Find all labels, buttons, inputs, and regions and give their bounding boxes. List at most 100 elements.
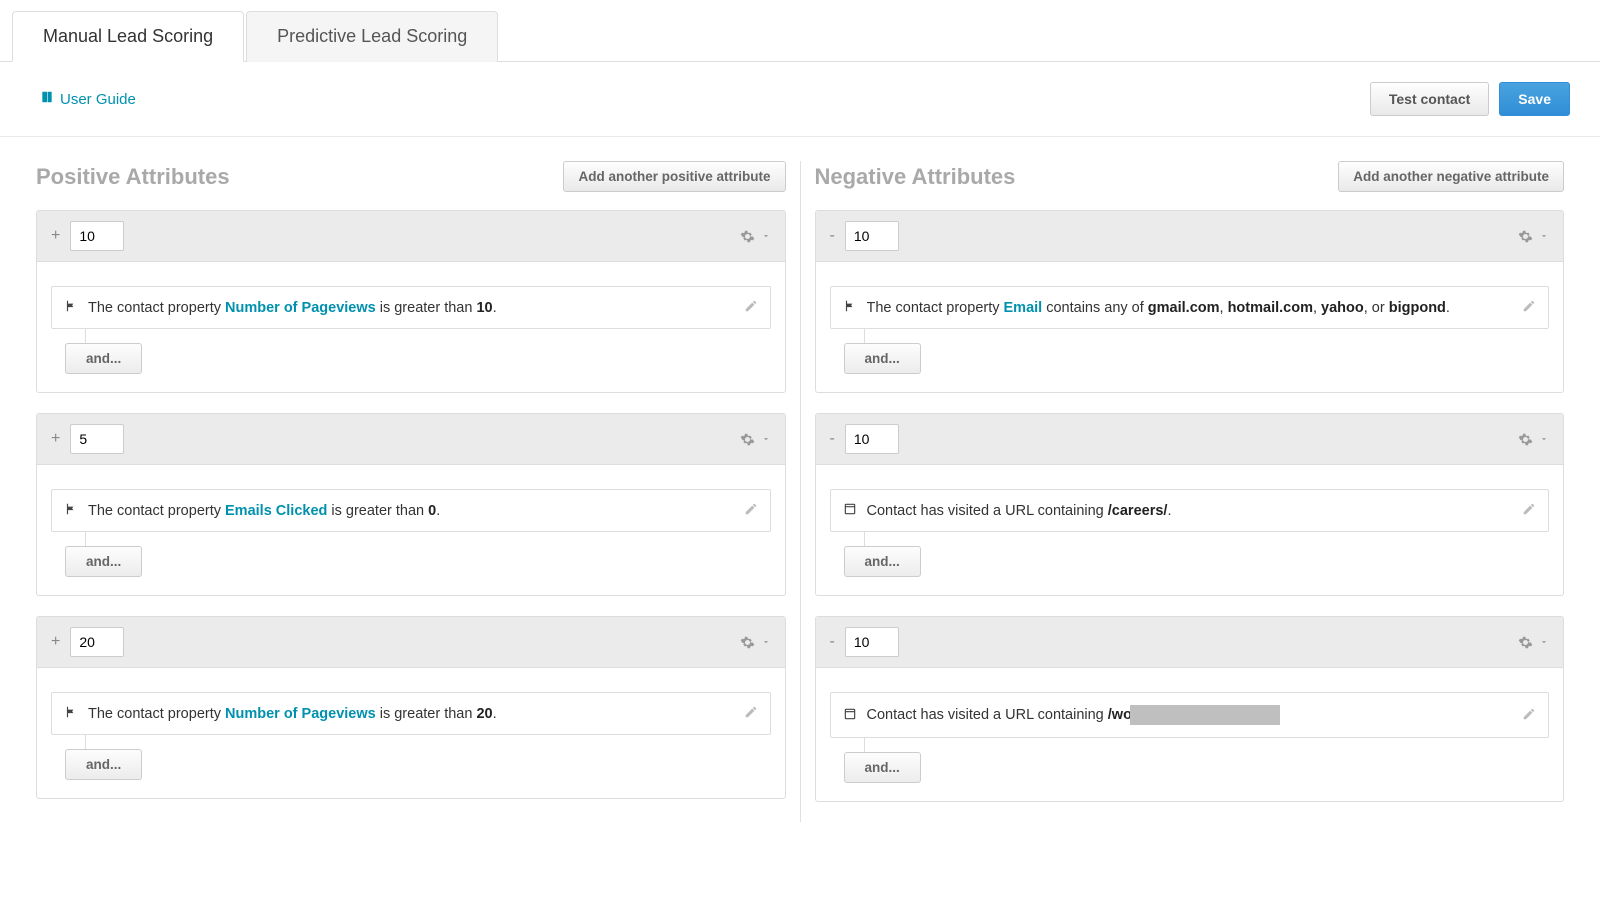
score-wrap: + bbox=[51, 424, 124, 454]
gear-icon[interactable] bbox=[740, 229, 755, 244]
card-actions bbox=[1518, 635, 1549, 650]
and-button[interactable]: and... bbox=[844, 752, 921, 783]
caret-down-icon[interactable] bbox=[761, 637, 771, 647]
score-input[interactable] bbox=[845, 627, 899, 657]
rule-value: /wo bbox=[1108, 707, 1132, 723]
pencil-icon[interactable] bbox=[1522, 502, 1536, 519]
score-input[interactable] bbox=[70, 221, 124, 251]
pencil-icon[interactable] bbox=[744, 502, 758, 519]
caret-down-icon[interactable] bbox=[1539, 231, 1549, 241]
rule-value: 20 bbox=[476, 706, 492, 722]
rule-prefix: The contact property bbox=[88, 503, 225, 519]
attr-header: + bbox=[37, 211, 785, 262]
positive-card: + The contact property Number of Pagevie… bbox=[36, 616, 786, 799]
rule-prefix: Contact has visited a URL containing bbox=[867, 503, 1108, 519]
attr-body: The contact property Email contains any … bbox=[816, 262, 1564, 392]
rule-row: The contact property Email contains any … bbox=[830, 286, 1550, 329]
flag-icon bbox=[64, 705, 78, 722]
rule-content: The contact property Number of Pageviews… bbox=[64, 299, 734, 316]
save-button[interactable]: Save bbox=[1499, 82, 1570, 116]
caret-down-icon[interactable] bbox=[1539, 434, 1549, 444]
and-button[interactable]: and... bbox=[65, 749, 142, 780]
attr-header: + bbox=[37, 414, 785, 465]
rule-suffix: . bbox=[436, 503, 440, 519]
rule-connector bbox=[864, 738, 865, 752]
rule-suffix: . bbox=[1446, 300, 1450, 316]
gear-icon[interactable] bbox=[740, 432, 755, 447]
and-button[interactable]: and... bbox=[65, 546, 142, 577]
score-wrap: - bbox=[830, 221, 899, 251]
caret-down-icon[interactable] bbox=[761, 231, 771, 241]
rule-text: The contact property Emails Clicked is g… bbox=[88, 503, 440, 519]
rule-value: /careers/ bbox=[1108, 503, 1168, 519]
rule-property-link[interactable]: Emails Clicked bbox=[225, 503, 327, 519]
score-input[interactable] bbox=[845, 424, 899, 454]
gear-icon[interactable] bbox=[1518, 635, 1533, 650]
rule-prefix: Contact has visited a URL containing bbox=[867, 707, 1108, 723]
rule-value: 0 bbox=[428, 503, 436, 519]
positive-column: Positive Attributes Add another positive… bbox=[22, 161, 800, 822]
gear-icon[interactable] bbox=[1518, 432, 1533, 447]
rule-value: gmail.com bbox=[1148, 300, 1220, 316]
negative-card: - Contact has visited a URL containing /… bbox=[815, 413, 1565, 596]
score-input[interactable] bbox=[70, 627, 124, 657]
and-button[interactable]: and... bbox=[65, 343, 142, 374]
rule-property-link[interactable]: Number of Pageviews bbox=[225, 300, 376, 316]
pencil-icon[interactable] bbox=[1522, 299, 1536, 316]
rule-value: 10 bbox=[476, 300, 492, 316]
and-button[interactable]: and... bbox=[844, 546, 921, 577]
pencil-icon[interactable] bbox=[1522, 707, 1536, 724]
rule-content: The contact property Email contains any … bbox=[843, 299, 1513, 316]
page-icon bbox=[843, 502, 857, 519]
caret-down-icon[interactable] bbox=[761, 434, 771, 444]
rule-row: Contact has visited a URL containing /wo bbox=[830, 692, 1550, 738]
card-actions bbox=[1518, 432, 1549, 447]
rule-connector bbox=[85, 735, 86, 749]
rule-mid: contains any of bbox=[1042, 300, 1148, 316]
gear-icon[interactable] bbox=[740, 635, 755, 650]
rule-property-link[interactable]: Email bbox=[1004, 300, 1043, 316]
toolbar-right: Test contact Save bbox=[1370, 82, 1570, 116]
rule-row: The contact property Emails Clicked is g… bbox=[51, 489, 771, 532]
toolbar: User Guide Test contact Save bbox=[0, 62, 1600, 137]
attr-body: Contact has visited a URL containing /ca… bbox=[816, 465, 1564, 595]
rule-connector bbox=[864, 329, 865, 343]
gear-icon[interactable] bbox=[1518, 229, 1533, 244]
score-sign: + bbox=[51, 633, 60, 651]
rule-content: Contact has visited a URL containing /ca… bbox=[843, 502, 1513, 519]
flag-icon bbox=[64, 502, 78, 519]
rule-content: The contact property Number of Pageviews… bbox=[64, 705, 734, 722]
rule-suffix: . bbox=[493, 706, 497, 722]
tab-predictive-lead-scoring[interactable]: Predictive Lead Scoring bbox=[246, 11, 498, 62]
rule-text: The contact property Number of Pageviews… bbox=[88, 706, 497, 722]
rule-connector bbox=[864, 532, 865, 546]
redacted-block bbox=[1130, 705, 1280, 725]
rule-prefix: The contact property bbox=[88, 300, 225, 316]
rule-mid: is greater than bbox=[376, 300, 477, 316]
score-sign: + bbox=[51, 430, 60, 448]
score-sign: - bbox=[830, 430, 835, 448]
score-input[interactable] bbox=[845, 221, 899, 251]
pencil-icon[interactable] bbox=[744, 299, 758, 316]
tab-manual-lead-scoring[interactable]: Manual Lead Scoring bbox=[12, 11, 244, 62]
rule-content: Contact has visited a URL containing /wo bbox=[843, 705, 1513, 725]
score-input[interactable] bbox=[70, 424, 124, 454]
rule-value: bigpond bbox=[1389, 300, 1446, 316]
caret-down-icon[interactable] bbox=[1539, 637, 1549, 647]
and-button[interactable]: and... bbox=[844, 343, 921, 374]
rule-row: Contact has visited a URL containing /ca… bbox=[830, 489, 1550, 532]
card-actions bbox=[740, 432, 771, 447]
test-contact-button[interactable]: Test contact bbox=[1370, 82, 1489, 116]
rule-sep: , bbox=[1220, 300, 1228, 316]
attr-header: - bbox=[816, 211, 1564, 262]
attr-header: + bbox=[37, 617, 785, 668]
add-negative-attribute-button[interactable]: Add another negative attribute bbox=[1338, 161, 1564, 192]
rule-property-link[interactable]: Number of Pageviews bbox=[225, 706, 376, 722]
card-actions bbox=[1518, 229, 1549, 244]
rule-value: hotmail.com bbox=[1228, 300, 1313, 316]
card-actions bbox=[740, 229, 771, 244]
add-positive-attribute-button[interactable]: Add another positive attribute bbox=[563, 161, 785, 192]
negative-section-head: Negative Attributes Add another negative… bbox=[815, 161, 1565, 192]
pencil-icon[interactable] bbox=[744, 705, 758, 722]
user-guide-link[interactable]: User Guide bbox=[40, 90, 136, 108]
